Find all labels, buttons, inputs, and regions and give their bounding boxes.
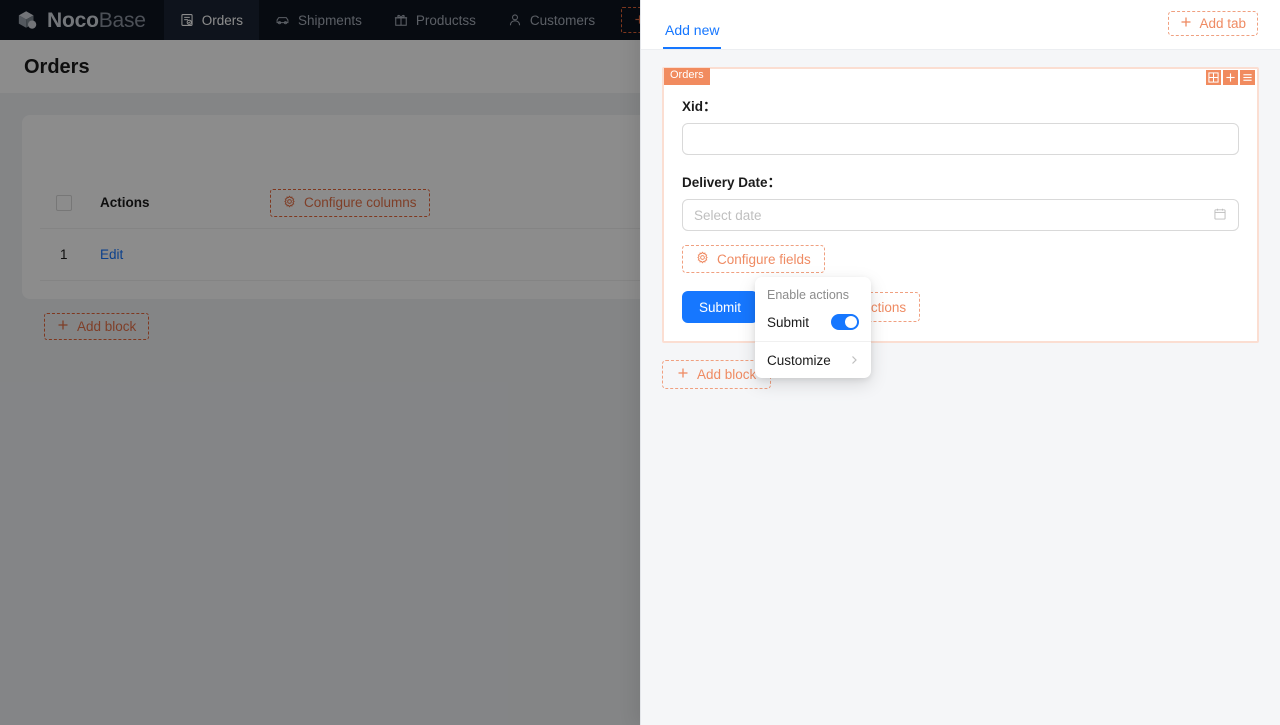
app-root: NocoBase Orders Shipments Productss Cust… xyxy=(0,0,1280,725)
tab-label: Add new xyxy=(665,22,720,38)
tab-add-new[interactable]: Add new xyxy=(663,22,722,49)
dropdown-item-customize[interactable]: Customize xyxy=(755,347,871,374)
field-xid: Xid： xyxy=(682,95,1239,155)
submit-button[interactable]: Submit xyxy=(682,291,759,323)
menu-hamburger-icon[interactable] xyxy=(1240,70,1255,85)
gear-icon xyxy=(696,251,709,267)
block-tag-orders[interactable]: Orders xyxy=(664,68,710,85)
plus-icon xyxy=(677,367,689,382)
dropdown-item-label: Submit xyxy=(767,314,810,330)
drawer-header: Add new Add tab xyxy=(641,0,1280,50)
drawer-add-block-row: Add block xyxy=(662,360,1259,389)
field-label-xid: Xid： xyxy=(682,99,717,114)
submit-toggle-switch[interactable] xyxy=(831,314,859,330)
configure-fields-row: Configure fields xyxy=(682,245,1239,273)
configure-fields-label: Configure fields xyxy=(717,251,811,267)
plus-icon xyxy=(1180,16,1192,31)
dropdown-item-submit[interactable]: Submit xyxy=(755,308,871,336)
add-new-drawer: Add new Add tab Orders Xid： Delivery Dat… xyxy=(640,0,1280,725)
add-tab-label: Add tab xyxy=(1199,16,1246,31)
configure-actions-dropdown: Enable actions Submit Customize xyxy=(755,277,871,378)
dropdown-item-label: Customize xyxy=(767,353,831,368)
field-delivery-date: Delivery Date： Select date xyxy=(682,171,1239,231)
delivery-date-placeholder: Select date xyxy=(694,207,762,223)
dropdown-divider xyxy=(755,341,871,342)
configure-fields-button[interactable]: Configure fields xyxy=(682,245,825,273)
drawer-tabs: Add new xyxy=(663,0,722,49)
chevron-right-icon xyxy=(849,354,859,368)
dropdown-group-title: Enable actions xyxy=(767,288,850,302)
drawer-overlay-mask[interactable] xyxy=(0,0,640,725)
toggle-knob xyxy=(845,316,857,328)
plus-icon[interactable] xyxy=(1223,70,1238,85)
calendar-icon xyxy=(1213,207,1227,224)
orders-form-block: Orders Xid： Delivery Date： Select date C… xyxy=(662,67,1259,343)
block-toolbar xyxy=(1206,70,1255,85)
drag-move-icon[interactable] xyxy=(1206,70,1221,85)
delivery-date-input[interactable]: Select date xyxy=(682,199,1239,231)
field-label-delivery-date: Delivery Date： xyxy=(682,175,782,190)
drawer-body: Orders Xid： Delivery Date： Select date C… xyxy=(641,50,1280,725)
drawer-add-block-label: Add block xyxy=(697,367,757,382)
xid-input[interactable] xyxy=(682,123,1239,155)
add-tab-button[interactable]: Add tab xyxy=(1168,11,1258,36)
